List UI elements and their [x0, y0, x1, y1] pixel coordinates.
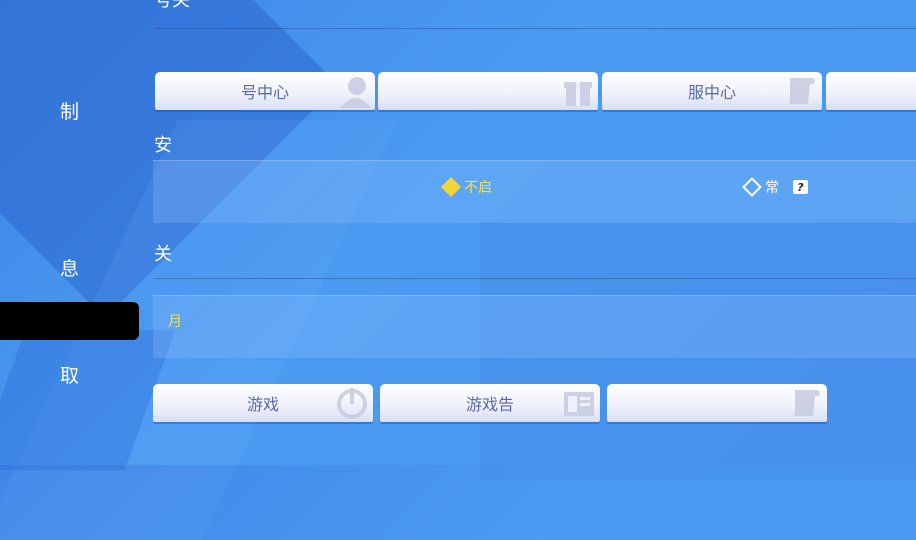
account-extra-button[interactable] — [826, 72, 916, 110]
option-label: 不启 — [464, 180, 492, 196]
section-divider — [154, 28, 916, 29]
option-disable[interactable]: 不启 — [441, 177, 492, 197]
account-center-button[interactable]: 号中心 — [155, 72, 375, 110]
option-normal[interactable]: 常 ? — [742, 177, 808, 197]
service-button[interactable] — [607, 384, 827, 422]
service-center-button[interactable]: 服中心 — [602, 72, 822, 110]
service-scroll-icon — [794, 390, 820, 416]
background-shape — [0, 330, 176, 470]
button-label: 服中心 — [687, 83, 736, 102]
button-label: 号中心 — [240, 83, 289, 102]
sidebar-item-info[interactable]: 息 — [0, 248, 139, 286]
user-icon — [341, 77, 371, 108]
service-scroll-icon — [789, 78, 815, 104]
sidebar-item-label: 息 — [59, 257, 79, 280]
gift-box-icon — [564, 82, 592, 106]
button-label: 游戏 — [246, 395, 279, 414]
checked-diamond-icon — [441, 177, 461, 197]
unchecked-diamond-icon — [742, 177, 762, 197]
sidebar-item-label: 取 — [59, 364, 79, 387]
game-button[interactable]: 游戏 — [153, 384, 373, 422]
sidebar-item-fetch[interactable]: 取 — [0, 355, 139, 393]
section-divider — [154, 278, 916, 279]
option-label: 常 — [765, 180, 779, 196]
about-section-title: 关 — [154, 244, 172, 265]
account-section-title: 号关 — [154, 0, 190, 11]
sidebar-item-label: 制 — [59, 100, 79, 123]
about-info-panel — [153, 295, 916, 358]
security-section-title: 安 — [154, 135, 172, 156]
sidebar-item-control[interactable]: 制 — [0, 91, 139, 129]
sidebar-item-selected[interactable] — [0, 302, 139, 340]
button-label: 游戏告 — [465, 395, 514, 414]
info-text: 月 — [168, 314, 182, 330]
gift-button[interactable] — [378, 72, 598, 110]
help-icon[interactable]: ? — [793, 180, 808, 194]
game-notice-button[interactable]: 游戏告 — [380, 384, 600, 422]
notice-board-icon — [564, 392, 594, 416]
power-icon — [337, 388, 367, 419]
